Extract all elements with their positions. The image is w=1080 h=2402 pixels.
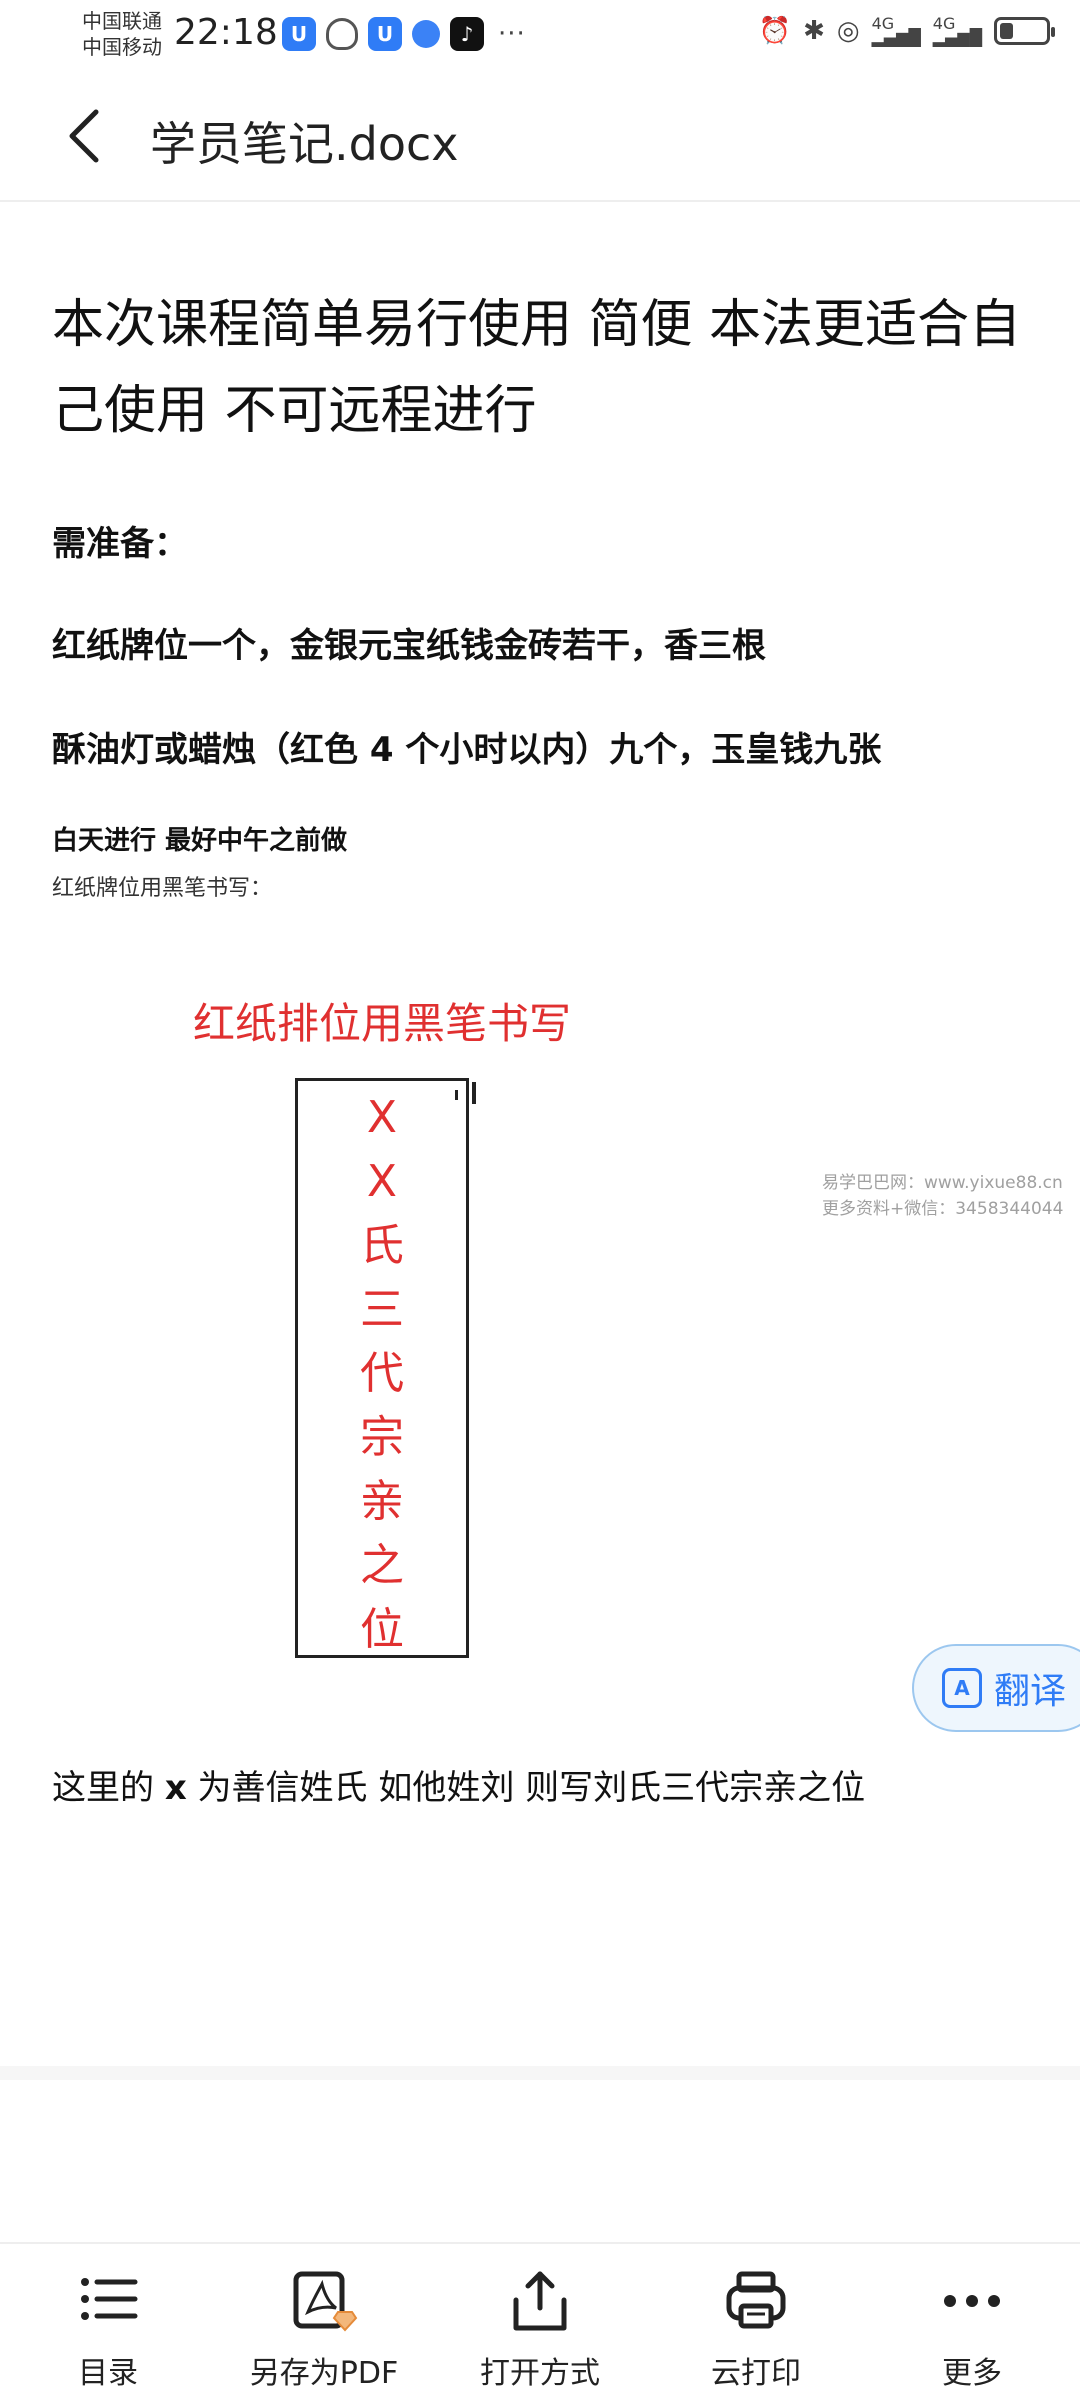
toolbar-label: 目录 xyxy=(78,2356,138,2391)
translate-button[interactable]: A 翻译 xyxy=(912,1644,1080,1732)
toolbar-label: 打开方式 xyxy=(480,2356,600,2391)
tablet-mark xyxy=(472,1082,476,1104)
tablet-char: 宗 xyxy=(360,1412,404,1463)
tablet-text: XX氏三代宗亲之位 xyxy=(295,1086,469,1662)
hotspot-icon: ◎ xyxy=(836,16,860,46)
watermark: 易学巴巴网：www.yixue88.cn 更多资料+微信：3458344044 xyxy=(822,1170,1063,1222)
watermark-line: 更多资料+微信：3458344044 xyxy=(822,1199,1064,1219)
toolbar-label: 另存为PDF xyxy=(249,2356,399,2391)
paragraph-items: 红纸牌位一个，金银元宝纸钱金砖若干，香三根 xyxy=(52,626,766,666)
more-notifications-icon: ··· xyxy=(498,19,526,49)
toolbar-open-with-button[interactable]: 打开方式 xyxy=(432,2244,648,2402)
paragraph-explanation: 这里的 x 为善信姓氏 如他姓刘 则写刘氏三代宗亲之位 xyxy=(52,1768,866,1808)
tiktok-icon: ♪ xyxy=(450,17,484,51)
browser-notification-icon xyxy=(412,20,440,48)
translate-label: 翻译 xyxy=(994,1671,1067,1712)
more-icon xyxy=(944,2295,1000,2307)
printer-icon xyxy=(726,2271,786,2329)
share-icon xyxy=(513,2271,567,2331)
app-notification-icon xyxy=(326,18,358,50)
image-caption: 红纸排位用黑笔书写 xyxy=(193,999,572,1048)
paragraph-prepare: 需准备： xyxy=(52,524,188,564)
bottom-toolbar: 目录 另存为PDF 打开方式 云打印 更多 xyxy=(0,2242,1080,2402)
list-icon xyxy=(81,2278,138,2320)
toolbar-cloud-print-button[interactable]: 云打印 xyxy=(648,2244,864,2402)
paragraph-timing: 白天进行 最好中午之前做 xyxy=(52,826,348,856)
tablet-char: 代 xyxy=(360,1348,404,1399)
signal-icon: 4G ▂▄▆█ xyxy=(871,14,921,47)
back-button[interactable] xyxy=(60,106,110,166)
toolbar-label: 更多 xyxy=(942,2356,1002,2391)
tablet-char: 之 xyxy=(360,1540,404,1591)
tablet-char: 亲 xyxy=(360,1476,404,1527)
paragraph-instruction: 红纸牌位用黑笔书写： xyxy=(52,876,273,901)
status-bar: 中国联通 中国移动 22:18 U U ♪ ··· ⏰ ✱ ◎ 4G ▂▄▆█ 4… xyxy=(0,0,1080,70)
tablet-char: X xyxy=(366,1156,398,1207)
watermark-line: 易学巴巴网：www.yixue88.cn xyxy=(822,1173,1063,1193)
paragraph-lamps: 酥油灯或蜡烛（红色 4 个小时以内）九个，玉皇钱九张 xyxy=(52,730,882,770)
carrier-2: 中国移动 xyxy=(82,35,162,59)
chevron-left-icon xyxy=(69,109,99,163)
document-title: 学员笔记.docx xyxy=(150,117,459,171)
clock: 22:18 xyxy=(174,12,278,53)
battery-icon xyxy=(994,17,1055,45)
app-notification-icon: U xyxy=(282,17,316,51)
signal-icon: 4G ▂▄▆█ xyxy=(932,14,982,47)
tablet-char: 氏 xyxy=(360,1220,404,1271)
translate-icon: A xyxy=(942,1668,982,1708)
page-separator xyxy=(0,2066,1080,2080)
toolbar-catalog-button[interactable]: 目录 xyxy=(0,2244,216,2402)
system-icons: ⏰ ✱ ◎ 4G ▂▄▆█ 4G ▂▄▆█ xyxy=(758,14,1055,47)
document-heading: 本次课程简单易行使用 简便 本法更适合自己使用 不可远程进行 xyxy=(52,295,1022,441)
notification-icons: U U ♪ ··· xyxy=(282,17,526,51)
alarm-icon: ⏰ xyxy=(758,16,792,46)
toolbar-label: 云打印 xyxy=(711,2356,801,2391)
bluetooth-icon: ✱ xyxy=(803,16,825,46)
toolbar-more-button[interactable]: 更多 xyxy=(864,2244,1080,2402)
tablet-char: X xyxy=(366,1092,398,1143)
toolbar-save-pdf-button[interactable]: 另存为PDF xyxy=(216,2244,432,2402)
app-notification-icon: U xyxy=(368,17,402,51)
carrier-1: 中国联通 xyxy=(82,9,162,33)
pdf-icon xyxy=(293,2271,358,2332)
tablet-char: 位 xyxy=(360,1604,404,1655)
tablet-char: 三 xyxy=(360,1284,404,1335)
app-header: 学员笔记.docx xyxy=(0,70,1080,202)
carrier-info: 中国联通 中国移动 xyxy=(82,8,162,60)
